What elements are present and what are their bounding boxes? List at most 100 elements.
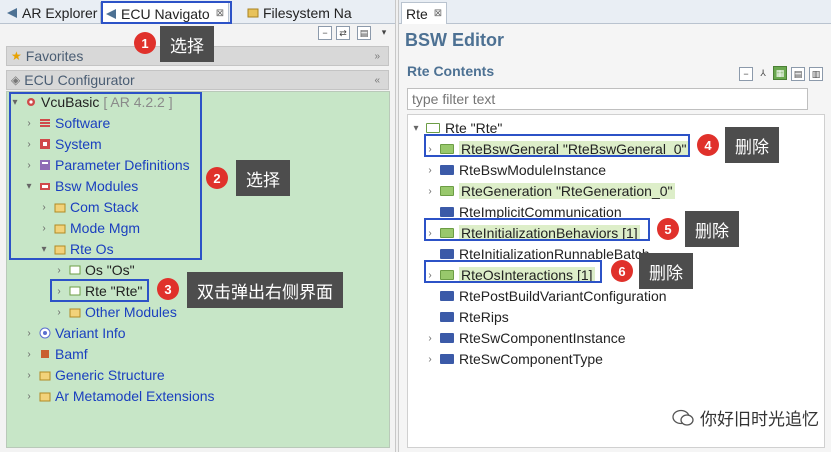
tree-item-rte-generation[interactable]: › RteGeneration "RteGeneration_0" xyxy=(424,181,675,201)
rte-implicit-communication-label: RteImplicitCommunication xyxy=(459,204,622,220)
tree-item-mode-mgm[interactable]: › Mode Mgm xyxy=(38,218,140,238)
settings-grid-icon[interactable]: ▥ xyxy=(809,67,823,81)
folder-icon xyxy=(54,203,66,213)
step-badge-1: 1 xyxy=(134,32,156,54)
collapsed-arrow-icon[interactable]: › xyxy=(424,165,436,176)
tab-rte-editor[interactable]: Rte ⊠ xyxy=(401,2,448,24)
folder-open-icon xyxy=(54,245,66,255)
close-tab-icon[interactable]: ⊠ xyxy=(434,8,442,19)
module-icon xyxy=(69,265,81,275)
collapsed-arrow-icon[interactable]: › xyxy=(23,160,35,171)
bsw-modules-icon xyxy=(40,183,50,190)
tree-item-other-modules[interactable]: › Other Modules xyxy=(53,302,177,322)
callout-select-1: 选择 xyxy=(160,26,214,62)
tree-item-rte-bsw-general[interactable]: › RteBswGeneral "RteBswGeneral_0" xyxy=(424,139,689,159)
export-icon[interactable]: ▤ xyxy=(791,67,805,81)
collapsed-arrow-icon[interactable]: › xyxy=(424,144,436,155)
collapsed-arrow-icon[interactable]: › xyxy=(38,202,50,213)
tree-item-bsw-modules[interactable]: ▾ Bsw Modules xyxy=(23,176,138,196)
callout-select-2: 选择 xyxy=(236,160,290,196)
dropdown-icon[interactable]: ▾ xyxy=(377,26,391,40)
collapsed-arrow-icon[interactable]: › xyxy=(23,118,35,129)
callout-delete-4: 删除 xyxy=(725,127,779,163)
tree-item-rte-os-interactions[interactable]: › RteOsInteractions [1] xyxy=(424,265,595,285)
expand-icon[interactable]: » xyxy=(374,51,380,62)
collapse-icon[interactable]: « xyxy=(374,75,380,86)
tree-item-system[interactable]: › System xyxy=(23,134,102,154)
tab-ecu-navigator[interactable]: ECU Navigato ⊠ xyxy=(100,2,230,24)
step-badge-2: 2 xyxy=(206,167,228,189)
filter-input[interactable] xyxy=(407,88,808,110)
tree-item-rte-rips[interactable]: RteRips xyxy=(424,307,509,327)
expanded-arrow-icon[interactable]: ▾ xyxy=(23,181,35,192)
tree-item-rte[interactable]: › Rte "Rte" xyxy=(53,281,142,301)
rte-os-label: Rte Os xyxy=(70,241,114,257)
tree-item-generic-structure[interactable]: › Generic Structure xyxy=(23,365,164,385)
tree-item-os[interactable]: › Os "Os" xyxy=(53,260,134,280)
view-menu-icon[interactable]: ▤ xyxy=(357,26,371,40)
callout-double-click: 双击弹出右侧界面 xyxy=(187,272,343,308)
parameter-definitions-label: Parameter Definitions xyxy=(55,157,190,173)
folder-icon xyxy=(440,291,454,301)
collapse-all-icon[interactable]: − xyxy=(318,26,332,40)
collapsed-arrow-icon[interactable]: › xyxy=(424,228,436,239)
tree-item-software[interactable]: › Software xyxy=(23,113,110,133)
module-icon xyxy=(69,286,81,296)
collapsed-arrow-icon[interactable]: › xyxy=(424,333,436,344)
expanded-arrow-icon[interactable]: ▾ xyxy=(410,123,422,134)
collapsed-arrow-icon[interactable]: › xyxy=(23,391,35,402)
tree-item-rte-implicit-communication[interactable]: RteImplicitCommunication xyxy=(424,202,622,222)
tree-item-variant-info[interactable]: › Variant Info xyxy=(23,323,125,343)
collapsed-arrow-icon[interactable]: › xyxy=(424,354,436,365)
collapsed-arrow-icon[interactable]: › xyxy=(424,186,436,197)
collapsed-arrow-icon[interactable]: › xyxy=(424,270,436,281)
folder-icon xyxy=(440,354,454,364)
validate-icon[interactable]: ▦ xyxy=(773,66,787,80)
software-label: Software xyxy=(55,115,111,131)
rte-content-tree: ▾ Rte "Rte" › RteBswGeneral "RteBswGener… xyxy=(407,114,825,448)
tree-item-rte-bsw-module-instance[interactable]: › RteBswModuleInstance xyxy=(424,160,606,180)
tree-item-rte-post-build-variant-configuration[interactable]: RtePostBuildVariantConfiguration xyxy=(424,286,667,306)
collapsed-arrow-icon[interactable]: › xyxy=(53,265,65,276)
parameter-definitions-icon xyxy=(40,160,50,170)
close-tab-icon[interactable]: ⊠ xyxy=(216,8,224,19)
tree-item-parameter-definitions[interactable]: › Parameter Definitions xyxy=(23,155,190,175)
link-editor-icon[interactable]: ⇄ xyxy=(336,26,350,40)
collapsed-arrow-icon[interactable]: › xyxy=(23,370,35,381)
collapsed-arrow-icon[interactable]: › xyxy=(53,286,65,297)
rte-initialization-behaviors-label: RteInitializationBehaviors [1] xyxy=(459,225,640,241)
tree-item-rte-root[interactable]: ▾ Rte "Rte" xyxy=(410,118,502,138)
collapsed-arrow-icon[interactable]: › xyxy=(38,223,50,234)
rte-sw-component-type-label: RteSwComponentType xyxy=(459,351,603,367)
folder-icon xyxy=(440,333,454,343)
collapsed-arrow-icon[interactable]: › xyxy=(23,139,35,150)
container-icon xyxy=(440,270,454,280)
tree-item-rte-initialization-behaviors[interactable]: › RteInitializationBehaviors [1] xyxy=(424,223,640,243)
expanded-arrow-icon[interactable]: ▾ xyxy=(38,244,50,255)
rte-root-label: Rte "Rte" xyxy=(445,120,503,136)
folder-icon xyxy=(39,392,51,402)
tree-item-com-stack[interactable]: › Com Stack xyxy=(38,197,138,217)
folder-icon xyxy=(39,371,51,381)
collapsed-arrow-icon[interactable]: › xyxy=(23,349,35,360)
tree-item-rte-os[interactable]: ▾ Rte Os xyxy=(38,239,114,259)
collapse-all-icon[interactable]: − xyxy=(739,67,753,81)
tree-item-rte-sw-component-instance[interactable]: › RteSwComponentInstance xyxy=(424,328,625,348)
step-badge-6: 6 xyxy=(611,260,633,282)
module-icon xyxy=(426,123,440,133)
tree-item-vcubasic[interactable]: ▾ VcuBasic [ AR 4.2.2 ] xyxy=(9,92,172,112)
explorer-icon xyxy=(7,8,17,18)
system-label: System xyxy=(55,136,102,152)
watermark: 你好旧时光追忆 xyxy=(672,405,819,430)
tree-item-bamf[interactable]: › Bamf xyxy=(23,344,87,364)
right-editor-panel: Rte ⊠ BSW Editor Rte Contents − ⅄ ▦ ▤ ▥ … xyxy=(398,0,831,452)
tree-layout-icon[interactable]: ⅄ xyxy=(756,67,770,81)
expanded-arrow-icon[interactable]: ▾ xyxy=(9,97,21,108)
collapsed-arrow-icon[interactable]: › xyxy=(53,307,65,318)
ecu-configurator-section[interactable]: ◈ ECU Configurator « xyxy=(6,70,389,90)
tree-item-ar-metamodel-extensions[interactable]: › Ar Metamodel Extensions xyxy=(23,386,214,406)
tab-filesystem-navigator[interactable]: Filesystem Na xyxy=(243,2,356,24)
collapsed-arrow-icon[interactable]: › xyxy=(23,328,35,339)
tree-item-rte-sw-component-type[interactable]: › RteSwComponentType xyxy=(424,349,603,369)
tab-ar-explorer[interactable]: AR Explorer xyxy=(2,2,101,24)
